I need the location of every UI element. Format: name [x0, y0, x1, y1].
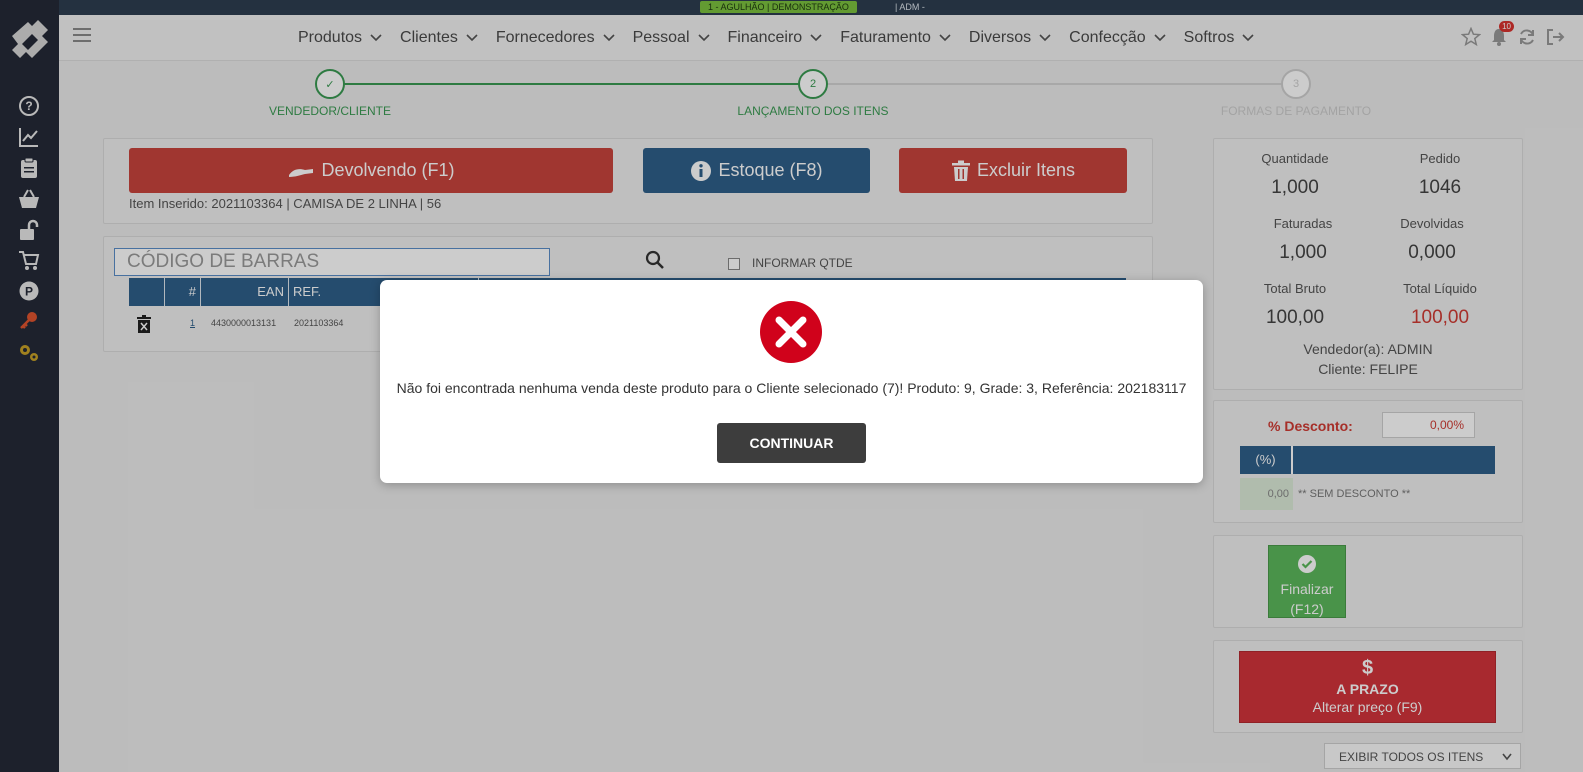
error-icon [759, 300, 823, 364]
continuar-button[interactable]: CONTINUAR [717, 423, 866, 463]
error-dialog: Não foi encontrada nenhuma venda deste p… [380, 280, 1203, 483]
error-message: Não foi encontrada nenhuma venda deste p… [396, 380, 1187, 396]
